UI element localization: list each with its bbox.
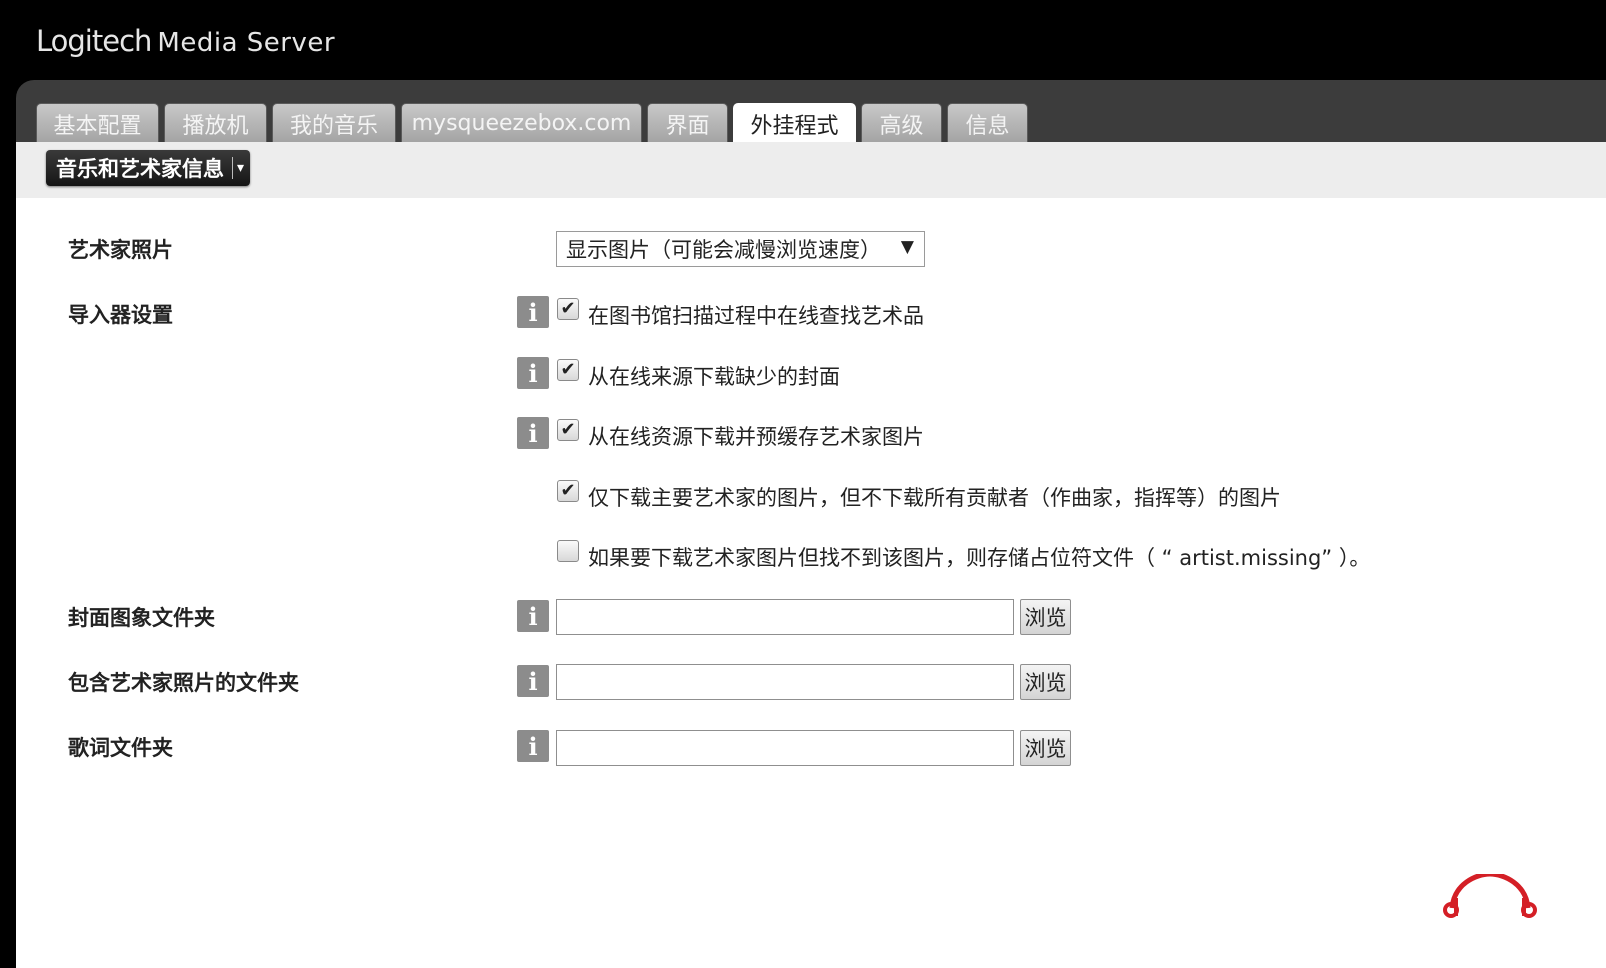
info-icon[interactable]: i [517, 417, 549, 449]
app-logo: Logitech Media Server [36, 24, 335, 58]
main-artist-only-checkbox[interactable]: ✔ [557, 480, 579, 502]
header-bar: Logitech Media Server [0, 0, 1606, 80]
lookup-artwork-label: 在图书馆扫描过程中在线查找艺术品 [588, 304, 924, 328]
tab-information[interactable]: 信息 [947, 103, 1028, 143]
select-arrow-icon: ▼ [900, 237, 914, 257]
artist-photos-label: 艺术家照片 [68, 238, 173, 262]
logo-brand: Logitech [36, 24, 152, 58]
dropdown-separator [232, 157, 233, 179]
artist-photos-select[interactable]: 显示图片（可能会减慢浏览速度） ▼ [556, 231, 925, 267]
tab-interface[interactable]: 界面 [647, 103, 728, 143]
tab-mysqueezebox[interactable]: mysqueezebox.com [401, 103, 642, 143]
cover-folder-browse-button[interactable]: 浏览 [1020, 599, 1071, 635]
artist-photo-folder-browse-button[interactable]: 浏览 [1020, 664, 1071, 700]
download-covers-label: 从在线来源下载缺少的封面 [588, 365, 840, 389]
tab-players[interactable]: 播放机 [164, 103, 267, 143]
artist-photo-folder-input[interactable] [556, 664, 1014, 700]
checkmark-icon: ✔ [560, 480, 576, 501]
tab-my-music[interactable]: 我的音乐 [272, 103, 396, 143]
info-icon[interactable]: i [517, 296, 549, 328]
checkmark-icon: ✔ [560, 298, 576, 319]
lookup-artwork-checkbox[interactable]: ✔ [557, 298, 579, 320]
tab-advanced[interactable]: 高级 [861, 103, 942, 143]
settings-panel: 艺术家照片 显示图片（可能会减慢浏览速度） ▼ 导入器设置 i ✔ 在图书馆扫描… [16, 198, 1606, 968]
info-icon[interactable]: i [517, 730, 549, 762]
section-dropdown-label: 音乐和艺术家信息 [56, 157, 224, 181]
lyrics-folder-browse-button[interactable]: 浏览 [1020, 730, 1071, 766]
section-bar: 音乐和艺术家信息 ▾ [16, 142, 1606, 198]
tab-plugins[interactable]: 外挂程式 [733, 103, 856, 144]
cover-folder-label: 封面图象文件夹 [68, 606, 215, 630]
cover-folder-input[interactable] [556, 599, 1014, 635]
lyrics-folder-label: 歌词文件夹 [68, 736, 173, 760]
precache-artist-images-label: 从在线资源下载并预缓存艺术家图片 [588, 425, 924, 449]
main-artist-only-label: 仅下载主要艺术家的图片，但不下载所有贡献者（作曲家，指挥等）的图片 [588, 486, 1281, 510]
section-dropdown[interactable]: 音乐和艺术家信息 ▾ [46, 150, 251, 186]
info-icon[interactable]: i [517, 665, 549, 697]
download-covers-checkbox[interactable]: ✔ [557, 359, 579, 381]
precache-artist-images-checkbox[interactable]: ✔ [557, 419, 579, 441]
lyrics-folder-input[interactable] [556, 730, 1014, 766]
checkmark-icon: ✔ [560, 359, 576, 380]
checkmark-icon: ✔ [560, 419, 576, 440]
tab-basic-settings[interactable]: 基本配置 [36, 103, 159, 143]
info-icon[interactable]: i [517, 357, 549, 389]
placeholder-file-checkbox[interactable] [557, 540, 579, 562]
placeholder-file-label: 如果要下载艺术家图片但找不到该图片，则存储占位符文件（ “ artist.mis… [588, 546, 1371, 570]
logo-product: Media Server [157, 28, 336, 58]
artist-photos-select-value: 显示图片（可能会减慢浏览速度） [566, 238, 881, 262]
artist-photo-folder-label: 包含艺术家照片的文件夹 [68, 671, 299, 695]
chevron-down-icon: ▾ [237, 160, 245, 176]
headphones-logo-icon [1443, 874, 1537, 918]
importer-settings-label: 导入器设置 [68, 303, 173, 327]
info-icon[interactable]: i [517, 600, 549, 632]
